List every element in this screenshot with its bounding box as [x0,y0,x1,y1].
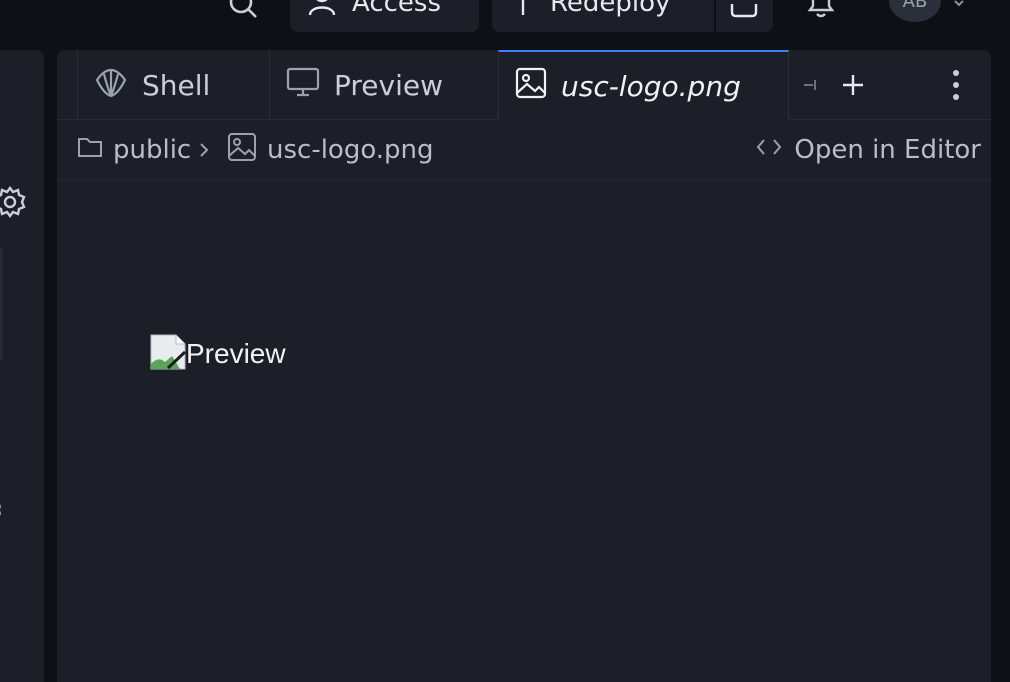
avatar-initials: AB [902,0,928,12]
add-tab-button[interactable] [838,70,868,100]
breadcrumb: public usc-logo.png Open in Editor [57,120,991,180]
open-in-editor-label: Open in Editor [794,135,981,165]
broken-image-icon [150,334,187,374]
folder-icon [77,135,103,166]
gear-icon[interactable] [0,184,28,220]
tab-active-label: usc-logo.png [561,69,741,103]
breadcrumb-file-label: usc-logo.png [267,135,434,165]
main-panel: Shell Preview usc-logo.png public usc-lo… [57,50,991,682]
image-file-icon [227,132,257,169]
monitor-icon [286,66,320,105]
tab-shell-label: Shell [142,68,211,102]
search-icon[interactable] [226,0,260,22]
tab-usc-logo[interactable]: usc-logo.png [498,50,789,120]
top-bar: Access Redeploy AB [0,0,1010,50]
overflow-indicator-icon [802,74,818,96]
tab-bar: Shell Preview usc-logo.png [57,50,991,120]
redeploy-menu-button[interactable] [716,0,773,32]
breadcrumb-folder-label: public [113,135,192,165]
chevron-right-icon [197,140,211,160]
tab-shell[interactable]: Shell [77,50,270,120]
access-label: Access [352,0,442,18]
left-panel-glyph [0,500,4,520]
image-alt-text: Preview [186,338,286,369]
code-icon [756,135,782,165]
bell-icon[interactable] [804,0,838,22]
user-icon [308,0,338,22]
breadcrumb-file[interactable]: usc-logo.png [227,120,434,180]
access-button[interactable]: Access [290,0,479,32]
tab-preview-label: Preview [334,68,443,102]
open-in-editor-button[interactable]: Open in Editor [756,120,981,180]
left-panel-divider [0,248,3,360]
redeploy-label: Redeploy [550,0,671,18]
breadcrumb-folder[interactable]: public [77,120,191,180]
broken-image-preview: Preview [150,334,286,374]
image-preview-area: Preview [57,181,991,682]
more-options-icon[interactable] [941,68,971,102]
left-panel [0,50,44,682]
tab-preview[interactable]: Preview [269,50,499,120]
shell-icon [94,66,128,105]
chevron-down-icon[interactable] [953,0,965,7]
redeploy-button[interactable]: Redeploy [492,0,714,32]
deploy-icon [510,0,536,22]
avatar[interactable]: AB [889,0,941,22]
image-icon [515,67,547,106]
